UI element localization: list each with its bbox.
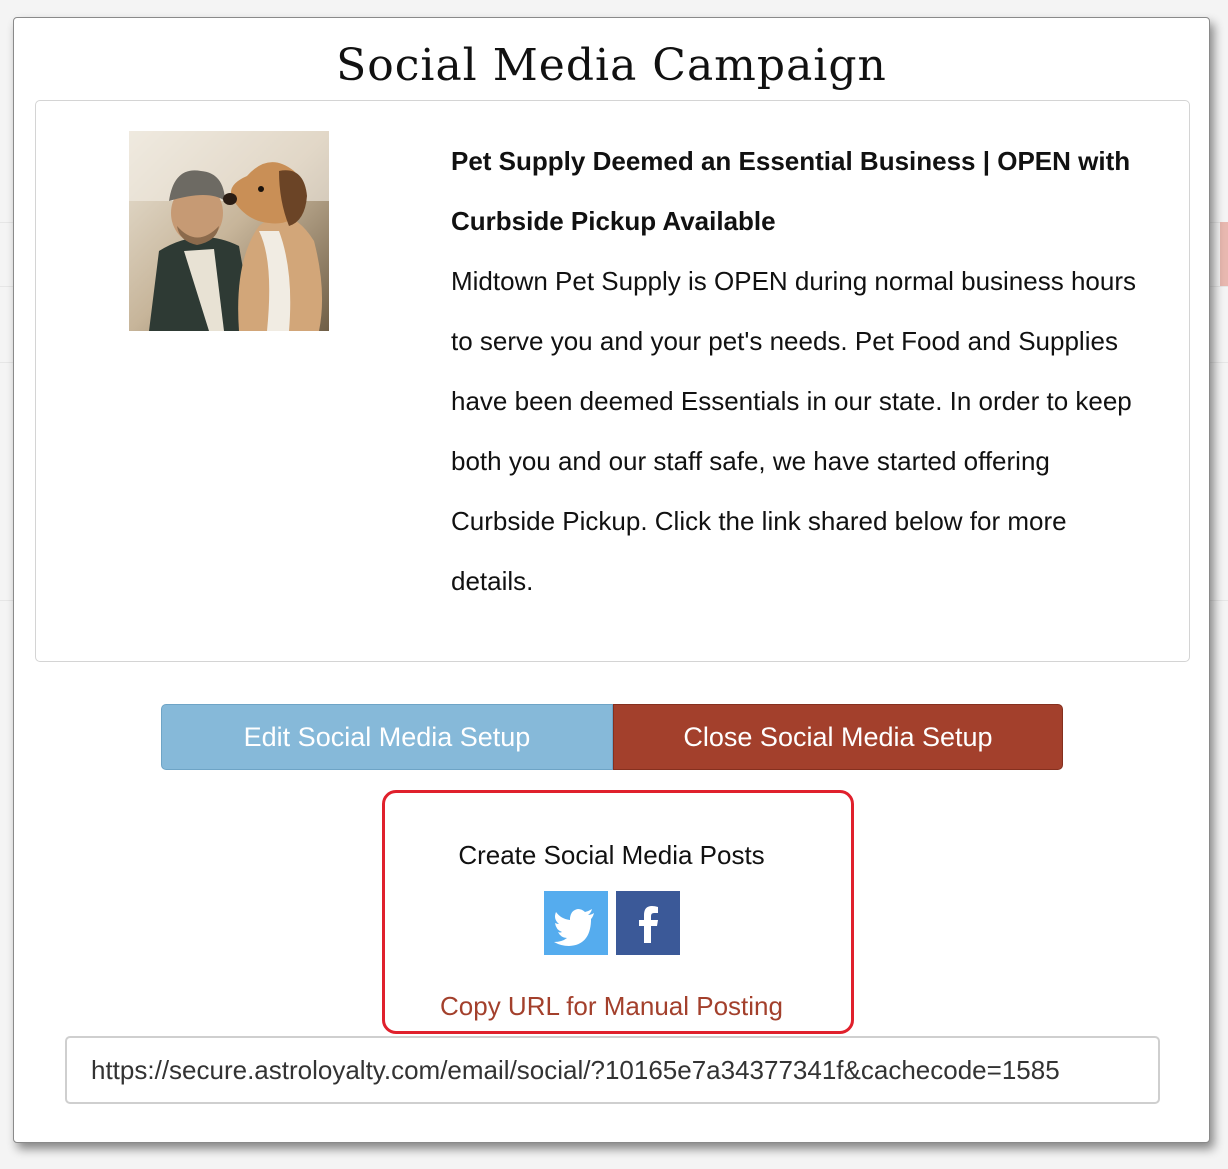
edit-social-media-setup-button[interactable]: Edit Social Media Setup <box>161 704 613 770</box>
social-media-campaign-modal: Social Media Campaign Pet Supply Deemed … <box>13 17 1210 1143</box>
post-preview-card: Pet Supply Deemed an Essential Business … <box>35 100 1190 662</box>
share-url-field[interactable] <box>65 1036 1160 1104</box>
create-posts-heading: Create Social Media Posts <box>458 840 765 870</box>
setup-button-group: Edit Social Media Setup Close Social Med… <box>161 704 1063 770</box>
modal-title: Social Media Campaign <box>336 40 887 91</box>
man-with-beagle-photo <box>129 131 329 331</box>
background-accent <box>1220 222 1228 286</box>
post-body: Midtown Pet Supply is OPEN during normal… <box>451 266 1136 596</box>
post-text: Pet Supply Deemed an Essential Business … <box>451 131 1151 611</box>
post-headline: Pet Supply Deemed an Essential Business … <box>451 146 1131 236</box>
twitter-bird-icon[interactable] <box>544 891 608 955</box>
facebook-f-icon[interactable] <box>616 891 680 955</box>
close-social-media-setup-button[interactable]: Close Social Media Setup <box>613 704 1063 770</box>
copy-url-link[interactable]: Copy URL for Manual Posting <box>14 991 1209 1022</box>
